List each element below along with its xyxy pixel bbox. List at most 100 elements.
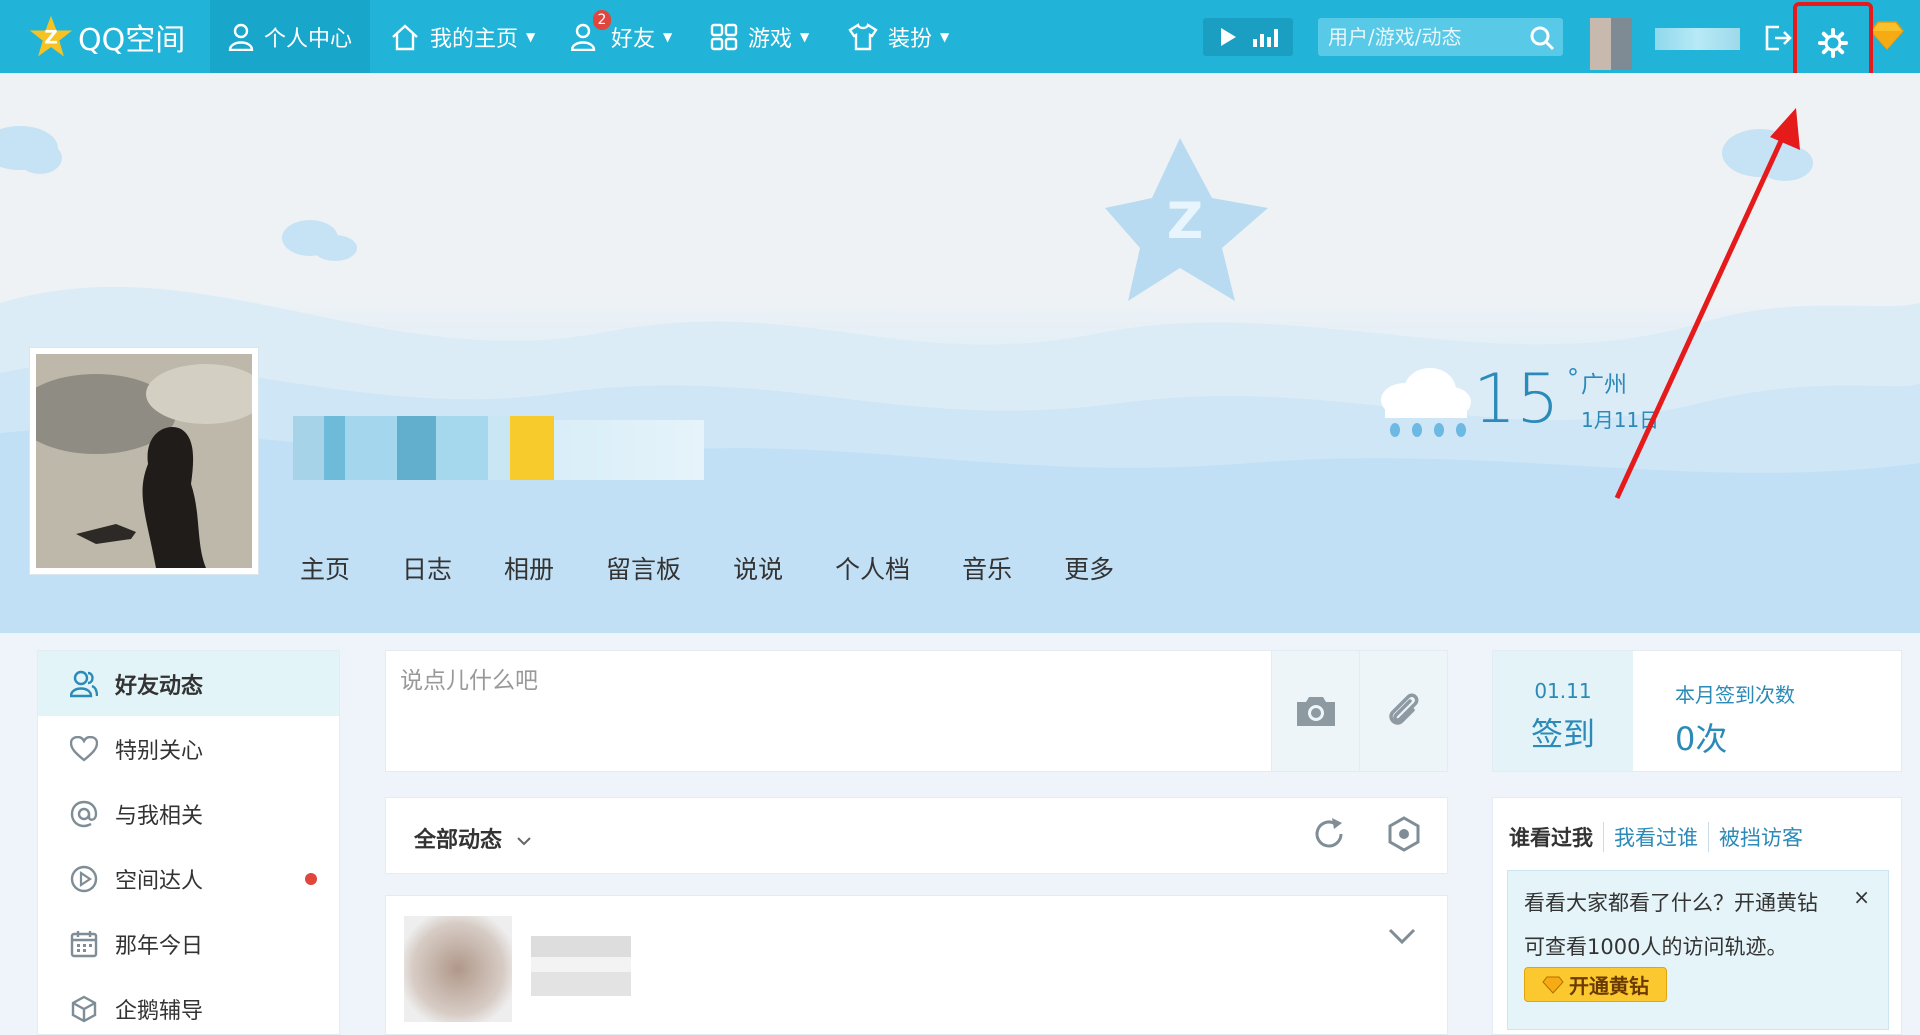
paperclip-icon bbox=[1388, 693, 1418, 725]
calendar-icon bbox=[68, 928, 100, 960]
search-box bbox=[1318, 18, 1563, 56]
brand-name: QQ空间 bbox=[78, 23, 186, 58]
person-icon bbox=[228, 23, 254, 51]
sign-in-count-value: 0次 bbox=[1675, 720, 1728, 758]
nav-dressup[interactable]: 装扮 ▼ bbox=[830, 0, 967, 73]
nav-label: 我的主页 bbox=[430, 26, 519, 52]
open-yellow-diamond-button[interactable]: 开通黄钻 bbox=[1524, 967, 1667, 1002]
refresh-button[interactable] bbox=[1311, 816, 1347, 856]
settings-highlight-annotation bbox=[1793, 2, 1873, 84]
notification-dot bbox=[305, 872, 317, 885]
play-circle-icon bbox=[68, 863, 100, 895]
feed-item bbox=[385, 895, 1448, 1035]
menu-space-expert[interactable]: 空间达人 bbox=[38, 846, 339, 911]
nav-personal-center[interactable]: 个人中心 bbox=[210, 0, 371, 73]
menu-label: 空间达人 bbox=[115, 868, 204, 894]
attach-link-button[interactable] bbox=[1359, 651, 1447, 771]
chevron-down-icon: ▼ bbox=[940, 29, 950, 44]
yellow-diamond-promo: × 看看大家都看了什么？开通黄钻 可查看1000人的访问轨迹。 开通黄钻 bbox=[1507, 870, 1889, 1030]
music-player-button[interactable] bbox=[1203, 18, 1293, 56]
menu-label: 企鹅辅导 bbox=[115, 998, 204, 1024]
chevron-down-icon bbox=[1388, 928, 1416, 945]
heart-icon bbox=[68, 733, 100, 765]
tab-blocked-visitors[interactable]: 被挡访客 bbox=[1709, 822, 1813, 852]
hexagon-settings-icon bbox=[1388, 816, 1420, 852]
sign-in-count-title: 本月签到次数 bbox=[1675, 683, 1795, 707]
tab-message-board[interactable]: 留言板 bbox=[606, 550, 681, 586]
weather-widget: 15 ° 广州 1月11日 bbox=[1375, 360, 1675, 440]
status-post-box: 说点儿什么吧 bbox=[385, 650, 1448, 772]
close-icon[interactable]: × bbox=[1853, 885, 1870, 909]
promo-button-label: 开通黄钻 bbox=[1569, 974, 1649, 998]
sign-in-count: 本月签到次数 0次 bbox=[1633, 651, 1795, 771]
menu-penguin-tutoring[interactable]: 企鹅辅导 bbox=[38, 976, 339, 1035]
menu-label: 与我相关 bbox=[115, 803, 204, 829]
nav-friends[interactable]: 2 好友 ▼ bbox=[553, 0, 690, 73]
feed-settings-button[interactable] bbox=[1386, 816, 1422, 856]
left-sidebar-menu: 好友动态 特别关心 与我相关 空间达人 那年今日 企鹅辅导 bbox=[37, 650, 340, 1035]
tab-who-i-visited[interactable]: 我看过谁 bbox=[1604, 822, 1709, 852]
sign-in-label: 签到 bbox=[1530, 715, 1595, 753]
nav-label: 游戏 bbox=[748, 26, 793, 52]
visitors-panel: 谁看过我 我看过谁 被挡访客 × 看看大家都看了什么？开通黄钻 可查看1000人… bbox=[1492, 797, 1902, 1035]
sign-in-date: 01.11 bbox=[1534, 679, 1592, 703]
rain-cloud-icon bbox=[1381, 368, 1471, 437]
sign-in-button[interactable]: 01.11 签到 bbox=[1493, 651, 1633, 771]
friends-icon bbox=[68, 668, 100, 700]
chevron-down-icon bbox=[516, 837, 531, 846]
feed-user-name[interactable] bbox=[531, 936, 631, 996]
diamond-icon bbox=[1542, 976, 1564, 994]
tab-profile[interactable]: 个人档 bbox=[835, 550, 910, 586]
profile-photo[interactable] bbox=[29, 347, 259, 575]
promo-text-line2: 可查看1000人的访问轨迹。 bbox=[1524, 935, 1788, 959]
banner-background-art: Z bbox=[0, 126, 1920, 633]
chevron-down-icon: ▼ bbox=[526, 29, 536, 44]
user-avatar[interactable] bbox=[1590, 18, 1632, 70]
tab-who-visited-me[interactable]: 谁看过我 bbox=[1509, 822, 1604, 852]
tab-more[interactable]: 更多 bbox=[1064, 550, 1114, 586]
user-name[interactable] bbox=[1655, 28, 1740, 50]
logout-icon bbox=[1765, 25, 1792, 51]
search-icon[interactable] bbox=[1529, 25, 1555, 51]
svg-text:Z: Z bbox=[1167, 192, 1203, 250]
add-photo-button[interactable] bbox=[1271, 651, 1359, 771]
search-input[interactable] bbox=[1318, 18, 1518, 56]
menu-friend-feed[interactable]: 好友动态 bbox=[38, 651, 339, 716]
promo-text-line1: 看看大家都看了什么？开通黄钻 bbox=[1524, 891, 1818, 915]
refresh-icon bbox=[1315, 818, 1343, 848]
nav-my-homepage[interactable]: 我的主页 ▼ bbox=[372, 0, 553, 73]
temperature: 15 bbox=[1473, 360, 1560, 439]
vip-badge bbox=[510, 416, 554, 480]
sign-in-widget: 01.11 签到 本月签到次数 0次 bbox=[1492, 650, 1902, 772]
feed-item-menu-button[interactable] bbox=[1387, 926, 1417, 950]
feed-user-avatar[interactable] bbox=[404, 916, 512, 1022]
tab-blog[interactable]: 日志 bbox=[402, 550, 452, 586]
tab-music[interactable]: 音乐 bbox=[962, 550, 1012, 586]
diamond-icon bbox=[1870, 21, 1904, 51]
nickname-extra bbox=[554, 420, 704, 480]
chevron-down-icon: ▼ bbox=[800, 29, 810, 44]
yellow-diamond-button[interactable] bbox=[1870, 20, 1906, 56]
camera-icon bbox=[1296, 697, 1335, 726]
menu-related-to-me[interactable]: 与我相关 bbox=[38, 781, 339, 846]
menu-special-care[interactable]: 特别关心 bbox=[38, 716, 339, 781]
top-navigation-bar: Z QQ空间 个人中心 我的主页 ▼ 2 好友 ▼ 游戏 ▼ 装扮 ▼ bbox=[0, 0, 1920, 73]
qzone-star-icon: Z bbox=[29, 15, 73, 57]
feed-filter-dropdown[interactable]: 全部动态 bbox=[414, 822, 532, 854]
qzone-logo[interactable]: Z QQ空间 bbox=[28, 12, 185, 62]
tab-moods[interactable]: 说说 bbox=[733, 550, 783, 586]
post-input[interactable]: 说点儿什么吧 bbox=[386, 651, 1271, 771]
svg-text:Z: Z bbox=[44, 27, 57, 48]
menu-label: 好友动态 bbox=[115, 673, 204, 699]
menu-on-this-day[interactable]: 那年今日 bbox=[38, 911, 339, 976]
home-icon bbox=[392, 23, 418, 50]
tab-album[interactable]: 相册 bbox=[504, 550, 554, 586]
nav-games[interactable]: 游戏 ▼ bbox=[692, 0, 827, 73]
tab-home[interactable]: 主页 bbox=[300, 550, 350, 586]
chevron-down-icon: ▼ bbox=[663, 29, 673, 44]
logout-button[interactable] bbox=[1760, 20, 1796, 56]
cube-icon bbox=[68, 993, 100, 1025]
shirt-icon bbox=[848, 22, 878, 50]
weather-city: 广州 bbox=[1581, 372, 1627, 398]
menu-label: 那年今日 bbox=[115, 933, 204, 959]
